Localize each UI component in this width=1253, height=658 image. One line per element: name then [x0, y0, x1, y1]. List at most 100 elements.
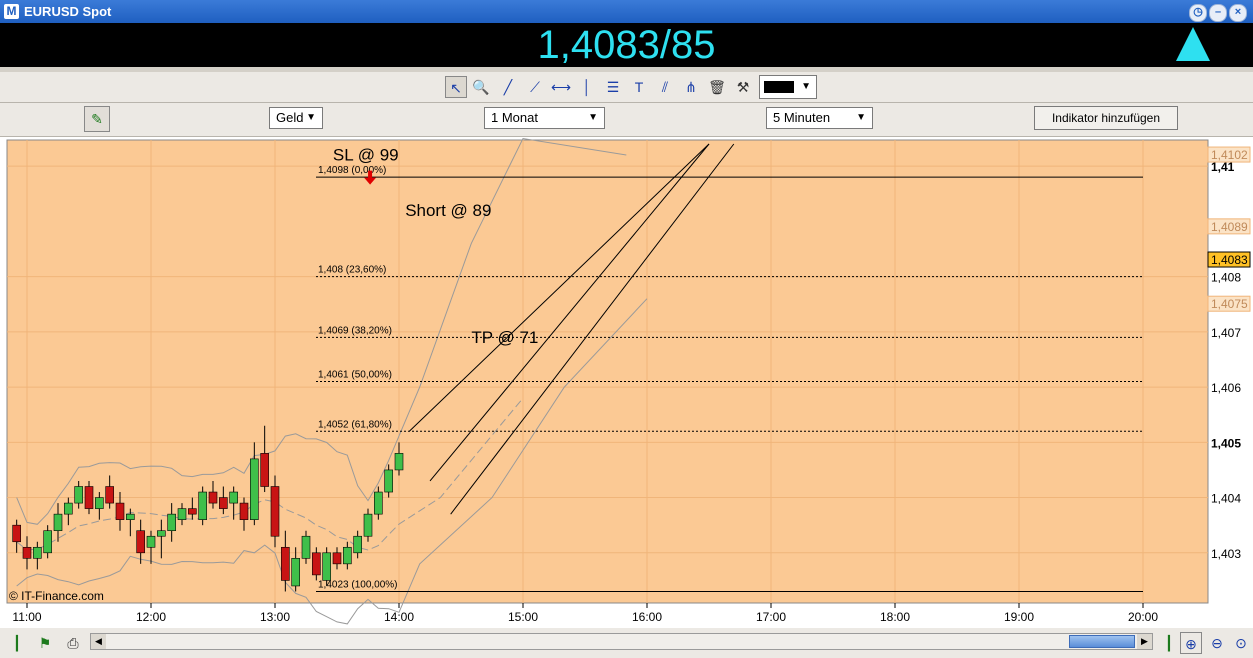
- scroll-thumb[interactable]: [1069, 635, 1135, 648]
- bullish-candle: [229, 491, 238, 504]
- pointer-icon[interactable]: ↖: [445, 76, 467, 98]
- bullish-candle: [74, 486, 83, 504]
- ray-icon[interactable]: ⟋: [524, 76, 546, 98]
- price-up-arrow-icon: [1176, 27, 1210, 61]
- restore-window-icon[interactable]: ◷: [1189, 4, 1207, 22]
- trade-annotation: TP @ 71: [471, 328, 538, 347]
- drawing-tools-toggle-icon[interactable]: ✎: [84, 106, 110, 132]
- bullish-candle: [322, 552, 331, 581]
- bearish-candle: [105, 486, 114, 504]
- chart-watermark: © IT-Finance.com: [9, 589, 104, 603]
- chart-settings-bar: ✎ Geld ▼ 1 Monat ▼ 5 Minuten ▼ Indikator hi…: [0, 103, 1253, 137]
- fibonacci-label: 1,4052 (61,80%): [318, 419, 392, 430]
- trash-icon[interactable]: 🗑: [706, 76, 728, 98]
- bearish-candle: [239, 502, 249, 520]
- candle-style-2-icon[interactable]: ┃: [1158, 632, 1180, 654]
- bullish-candle: [301, 535, 311, 559]
- text-icon[interactable]: T: [628, 76, 650, 98]
- time-tick-label: 18:00: [880, 610, 910, 624]
- window-title: EURUSD Spot: [24, 4, 112, 19]
- zoom-icon[interactable]: 🔍: [470, 76, 492, 98]
- bullish-candle: [353, 535, 362, 554]
- trendline-icon[interactable]: ╱: [497, 76, 519, 98]
- zoom-out-icon[interactable]: ⊖: [1206, 632, 1228, 654]
- bullish-candle: [198, 491, 207, 520]
- time-tick-label: 16:00: [632, 610, 662, 624]
- chevron-down-icon: ▼: [856, 112, 866, 123]
- price-tag-label: 1,4089: [1211, 220, 1248, 234]
- bullish-candle: [250, 458, 259, 520]
- fibonacci-icon[interactable]: ☰: [602, 76, 624, 98]
- time-tick-label: 15:00: [508, 610, 538, 624]
- time-tick-label: 12:00: [136, 610, 166, 624]
- price-tick-label: 1,407: [1211, 326, 1241, 340]
- bearish-candle: [219, 497, 228, 509]
- bullish-candle: [126, 513, 135, 520]
- chevron-down-icon: ▼: [801, 81, 811, 92]
- price-tag-label: 1,4102: [1211, 148, 1248, 162]
- bullish-candle: [157, 530, 166, 537]
- zoom-reset-icon[interactable]: ⊙: [1230, 632, 1252, 654]
- period-select[interactable]: 1 Monat ▼: [484, 107, 605, 129]
- bearish-candle: [115, 502, 125, 520]
- bullish-candle: [343, 546, 352, 565]
- bearish-candle: [208, 491, 218, 504]
- color-picker[interactable]: ▼: [759, 75, 817, 99]
- bearish-candle: [22, 546, 32, 559]
- minimize-window-icon[interactable]: –: [1209, 4, 1227, 22]
- time-tick-label: 17:00: [756, 610, 786, 624]
- scroll-left-icon[interactable]: ◀: [91, 634, 106, 649]
- vertical-line-icon[interactable]: │: [576, 76, 598, 98]
- scroll-right-icon[interactable]: ▶: [1137, 634, 1152, 649]
- bottom-bar: ┃ ⚑ ⎙ ◀ ▶ ┃ ⊕ ⊖ ⊙: [0, 628, 1253, 658]
- candle-style-icon[interactable]: ┃: [6, 632, 28, 654]
- bullish-candle: [53, 513, 63, 532]
- chart-area[interactable]: 1,4098 (0,00%) 1,408 (23,60%) 1,4069 (38,2…: [0, 137, 1253, 628]
- bearish-candle: [312, 552, 321, 576]
- price-chart[interactable]: 1,4098 (0,00%) 1,408 (23,60%) 1,4069 (38,2…: [0, 137, 1253, 628]
- pitchfork-icon[interactable]: ⋔: [680, 76, 702, 98]
- bullish-candle: [33, 546, 42, 559]
- time-tick-label: 14:00: [384, 610, 414, 624]
- horizontal-line-icon[interactable]: ⟷: [550, 76, 572, 98]
- bullish-candle: [374, 491, 383, 515]
- fibonacci-label: 1,4061 (50,00%): [318, 370, 392, 381]
- price-tick-label: 1,408: [1211, 271, 1241, 285]
- price-tick-label: 1,403: [1211, 547, 1241, 561]
- drawing-toolbar: ↖ 🔍 ╱ ⟋ ⟷ │ ☰ T ⫽ ⋔ 🗑 ⚒ ▼: [0, 72, 1253, 103]
- bullish-candle: [167, 513, 176, 532]
- interval-select[interactable]: 5 Minuten ▼: [766, 107, 873, 129]
- bullish-candle: [64, 502, 73, 515]
- bearish-candle: [84, 486, 94, 509]
- bearish-candle: [12, 524, 21, 543]
- price-tick-label: 1,406: [1211, 381, 1241, 395]
- bullish-candle: [177, 508, 187, 520]
- close-window-icon[interactable]: ×: [1229, 4, 1247, 22]
- tools-icon[interactable]: ⚒: [732, 76, 754, 98]
- chevron-down-icon: ▼: [306, 112, 316, 123]
- chart-type-icon[interactable]: ⚑: [34, 632, 56, 654]
- print-icon[interactable]: ⎙: [62, 632, 84, 654]
- price-tag-label: 1,4083: [1211, 253, 1248, 267]
- time-axis: 11:00 12:00 13:00 14:00 15:00 16:00 17:00 18:00…: [12, 603, 1158, 624]
- period-value: 1 Monat: [491, 110, 538, 125]
- window-app-icon: M: [4, 4, 19, 19]
- title-bar: M EURUSD Spot ◷ – ×: [0, 0, 1253, 23]
- plot-background: [6, 139, 1209, 604]
- channel-icon[interactable]: ⫽: [654, 76, 676, 98]
- time-tick-label: 11:00: [12, 610, 41, 624]
- add-indicator-button[interactable]: Indikator hinzufügen: [1034, 106, 1178, 130]
- bullish-candle: [384, 469, 393, 493]
- zoom-in-icon[interactable]: ⊕: [1180, 632, 1202, 654]
- bearish-candle: [270, 486, 280, 537]
- quote-price: 1,4083/85: [537, 23, 716, 67]
- bearish-candle: [281, 546, 290, 581]
- bullish-candle: [95, 497, 104, 509]
- price-tag-label: 1,4075: [1211, 297, 1248, 311]
- interval-value: 5 Minuten: [773, 110, 831, 125]
- time-scrollbar[interactable]: ◀ ▶: [90, 633, 1153, 650]
- price-tick-label: 1,404: [1211, 492, 1241, 506]
- time-tick-label: 13:00: [260, 610, 290, 624]
- bullish-candle: [363, 513, 373, 537]
- price-type-select[interactable]: Geld ▼: [269, 107, 323, 129]
